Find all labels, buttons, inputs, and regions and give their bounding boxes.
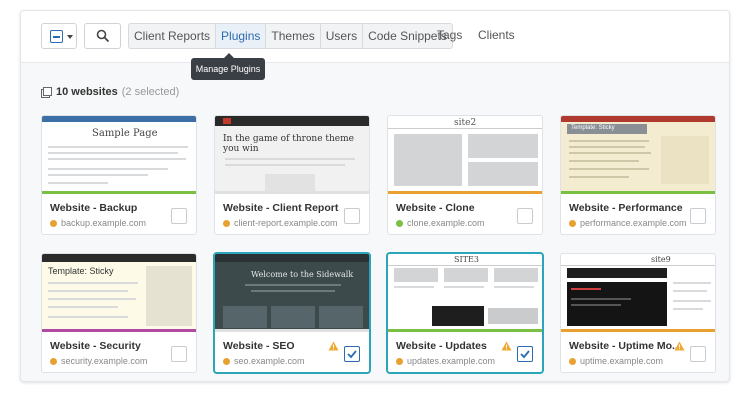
tab-plugins[interactable]: Plugins (216, 24, 267, 48)
card-title: Website - Backup (50, 202, 138, 214)
card-url: clone.example.com (407, 218, 485, 228)
status-dot (50, 219, 57, 227)
website-card-updates[interactable]: SITE3 Website - Updates updates.example.… (387, 253, 543, 373)
chevron-down-icon (67, 35, 73, 39)
thumb-heading: SITE3 (454, 255, 479, 264)
tab-client-reports[interactable]: Client Reports (129, 24, 217, 48)
card-url: updates.example.com (407, 356, 496, 366)
search-button[interactable] (84, 23, 121, 49)
card-title: Website - Security (50, 340, 141, 352)
tab-users[interactable]: Users (321, 24, 364, 48)
card-title: Website - Performance (569, 202, 683, 214)
tab-clients[interactable]: Clients (478, 23, 515, 47)
site-thumbnail: Template: Sticky (42, 254, 196, 332)
card-url: seo.example.com (234, 356, 305, 366)
website-card-uptime[interactable]: site9 Website - Uptime Mo... uptime.exam… (560, 253, 716, 373)
site-thumbnail: Welcome to the Sidewalk (215, 254, 369, 332)
select-checkbox[interactable] (517, 208, 533, 224)
site-thumbnail: site2 (388, 116, 542, 194)
select-checkbox[interactable] (171, 208, 187, 224)
status-dot (569, 357, 576, 365)
tooltip-manage-plugins: Manage Plugins (191, 53, 265, 80)
website-count-label: 10 websites (56, 86, 118, 98)
toolbar: Client Reports Plugins Themes Users Code… (21, 11, 729, 63)
thumb-heading: Template: Sticky (48, 266, 114, 276)
thumb-heading: site2 (454, 118, 477, 128)
card-url: performance.example.com (580, 218, 687, 228)
status-dot (223, 219, 230, 227)
thumb-heading: Template: Sticky (571, 125, 615, 131)
card-title: Website - Clone (396, 202, 475, 214)
warning-icon (501, 341, 512, 351)
site-thumbnail: In the game of throne theme you win (215, 116, 369, 194)
warning-icon (674, 341, 685, 351)
websites-icon (41, 86, 52, 98)
card-title: Website - Updates (396, 340, 487, 352)
status-dot (396, 357, 403, 365)
status-dot (396, 219, 403, 227)
dashboard-panel: Client Reports Plugins Themes Users Code… (20, 10, 730, 382)
card-url: uptime.example.com (580, 356, 664, 366)
card-url: backup.example.com (61, 218, 147, 228)
website-card-client-report[interactable]: In the game of throne theme you win Webs… (214, 115, 370, 235)
warning-icon (328, 341, 339, 351)
status-dot (223, 357, 230, 365)
search-icon (96, 29, 110, 43)
check-icon (347, 350, 357, 359)
website-card-security[interactable]: Template: Sticky Website - Security secu… (41, 253, 197, 373)
thumb-heading: Welcome to the Sidewalk (251, 270, 354, 279)
card-url: client-report.example.com (234, 218, 338, 228)
site-thumbnail: Sample Page (42, 116, 196, 194)
site-thumbnail: site9 (561, 254, 715, 332)
website-count: 10 websites (2 selected) (41, 86, 179, 98)
card-title: Website - Uptime Mo... (569, 340, 681, 352)
card-title: Website - SEO (223, 340, 295, 352)
check-icon (520, 350, 530, 359)
select-checkbox[interactable] (171, 346, 187, 362)
selected-count-label: (2 selected) (121, 86, 180, 98)
select-checkbox[interactable] (690, 208, 706, 224)
tab-tags[interactable]: Tags (437, 23, 462, 47)
thumb-heading: site9 (651, 255, 671, 264)
website-card-seo[interactable]: Welcome to the Sidewalk Website - SEO se… (214, 253, 370, 373)
bulk-select-dropdown[interactable] (41, 23, 77, 49)
website-card-clone[interactable]: site2 Website - Clone clone.example.com (387, 115, 543, 235)
site-thumbnail: SITE3 (388, 254, 542, 332)
thumb-heading: Sample Page (92, 128, 158, 139)
tool-tabs: Client Reports Plugins Themes Users Code… (128, 23, 453, 49)
card-url: security.example.com (61, 356, 148, 366)
tab-themes[interactable]: Themes (266, 24, 321, 48)
website-card-backup[interactable]: Sample Page Website - Backup backup.exam… (41, 115, 197, 235)
select-checkbox[interactable] (344, 208, 360, 224)
site-thumbnail: Template: Sticky (561, 116, 715, 194)
select-checkbox[interactable] (517, 346, 533, 362)
card-title: Website - Client Report (223, 202, 339, 214)
checkbox-partial-icon (50, 30, 63, 43)
status-dot (569, 219, 576, 227)
select-checkbox[interactable] (344, 346, 360, 362)
select-checkbox[interactable] (690, 346, 706, 362)
status-dot (50, 357, 57, 365)
thumb-heading: In the game of throne theme you win (223, 134, 354, 154)
website-card-performance[interactable]: Template: Sticky Website - Performance p… (560, 115, 716, 235)
